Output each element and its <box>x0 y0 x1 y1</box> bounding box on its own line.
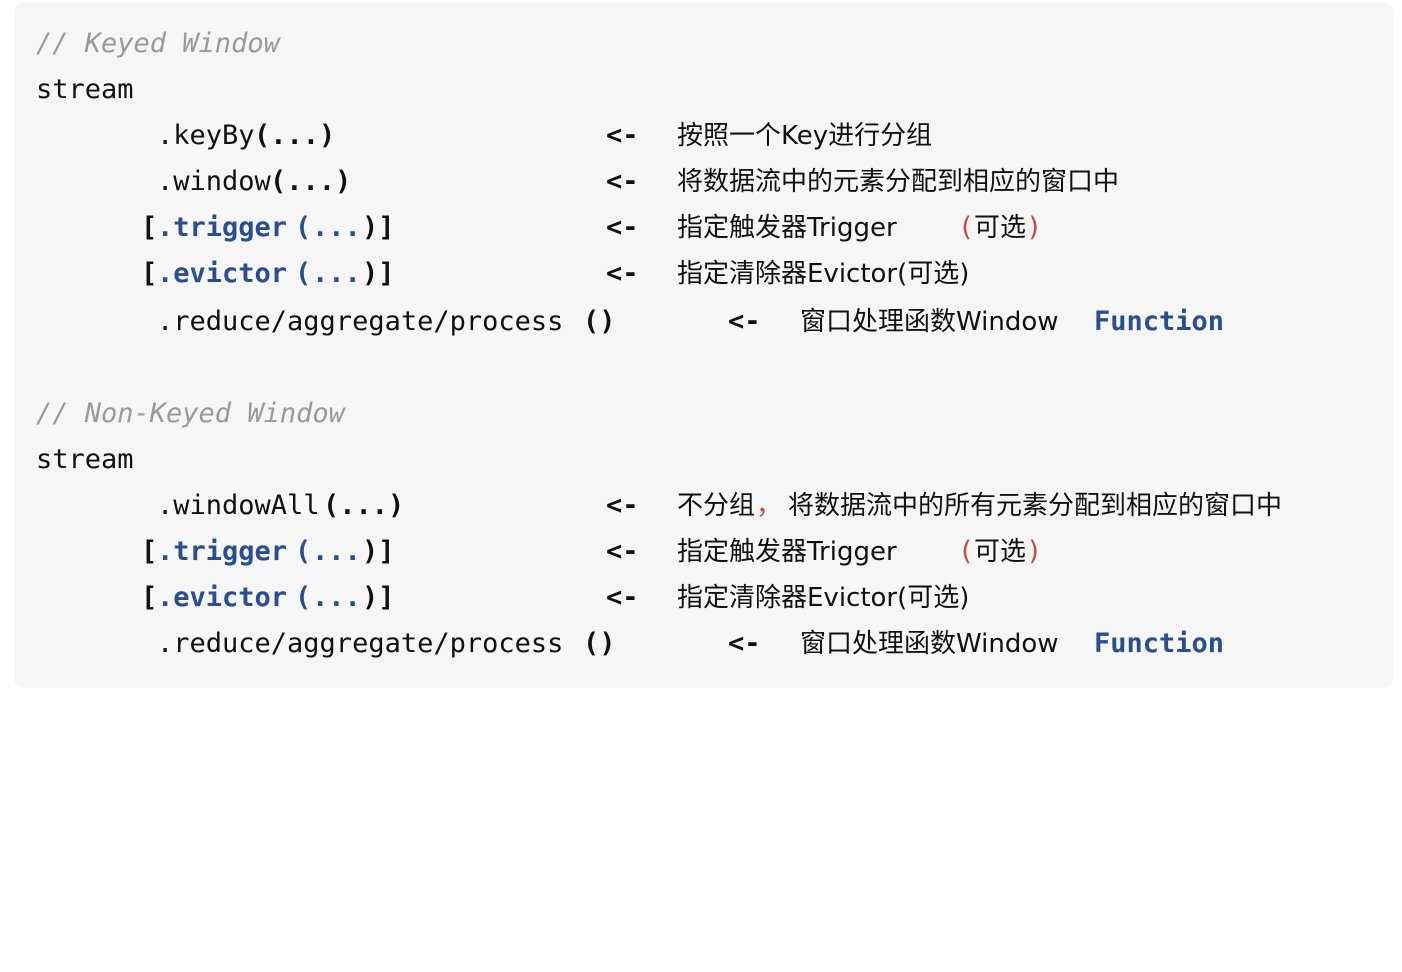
reduce-arrow: <- <box>728 628 761 659</box>
trigger-arrow: <- <box>606 536 639 567</box>
reduce-function-keyword: Function <box>1094 628 1225 659</box>
keyby-description: 按照一个Key进行分组 <box>677 121 933 151</box>
evictor-description: 指定清除器Evictor(可选) <box>677 583 970 613</box>
keyby-arrow: <- <box>606 120 639 151</box>
windowall-comma: ， <box>756 491 783 521</box>
reduce-description: 窗口处理函数Window <box>800 307 1067 337</box>
reduce-method: .reduce/aggregate/process <box>157 628 564 659</box>
windowall-description-b: 将数据流中的所有元素分配到相应的窗口中 <box>788 491 1283 521</box>
reduce-description: 窗口处理函数Window <box>800 629 1067 659</box>
reduce-parens: () <box>583 306 616 337</box>
stream-keyword: stream <box>36 444 134 475</box>
trigger-paren-right: ) <box>1026 536 1043 567</box>
nonkeyed-window-comment: // Non-Keyed Window <box>36 398 345 429</box>
evictor-bracket-open: [ <box>141 258 158 289</box>
trigger-paren-right: ) <box>1026 212 1043 243</box>
windowall-line: .windowAll (...) <- 不分组 ， 将数据流中的所有元素分配到相… <box>36 486 1282 526</box>
nonkeyed-stream-line: stream <box>36 440 134 480</box>
nonkeyed-trigger-line: [ .trigger ( ... )] <- 指定触发器Trigger ( 可选… <box>36 532 1042 572</box>
trigger-arrow: <- <box>606 212 639 243</box>
window-args: (...) <box>270 166 352 197</box>
keyed-window-comment: // Keyed Window <box>36 28 280 59</box>
windowall-arrow: <- <box>606 490 639 521</box>
trigger-dots: ... <box>312 212 361 243</box>
trigger-paren-open: ( <box>295 212 312 243</box>
trigger-paren-left: ( <box>958 536 975 567</box>
trigger-dots: ... <box>312 536 361 567</box>
windowall-method: .windowAll <box>157 490 320 521</box>
evictor-dots: ... <box>312 582 361 613</box>
windowall-description-a: 不分组 <box>677 491 756 521</box>
keyby-line: .keyBy (...) <- 按照一个Key进行分组 <box>36 116 932 156</box>
nonkeyed-evictor-line: [ .evictor ( ... )] <- 指定清除器Evictor(可选) <box>36 578 969 618</box>
trigger-paren-open: ( <box>295 536 312 567</box>
evictor-line: [ .evictor ( ... )] <- 指定清除器Evictor(可选) <box>36 254 969 294</box>
windowall-args: (...) <box>323 490 405 521</box>
evictor-dots: ... <box>312 258 361 289</box>
trigger-paren-left: ( <box>958 212 975 243</box>
evictor-bracket-close: )] <box>362 582 395 613</box>
trigger-method: .trigger <box>157 212 288 243</box>
trigger-description: 指定触发器Trigger <box>677 537 905 567</box>
trigger-line: [ .trigger ( ... )] <- 指定触发器Trigger ( 可选… <box>36 208 1042 248</box>
reduce-parens: () <box>583 628 616 659</box>
trigger-optional: 可选 <box>974 213 1027 243</box>
trigger-bracket-open: [ <box>141 536 158 567</box>
reduce-function-keyword: Function <box>1094 306 1225 337</box>
trigger-optional: 可选 <box>974 537 1027 567</box>
keyby-method: .keyBy <box>157 120 255 151</box>
window-method: .window <box>157 166 271 197</box>
evictor-paren-open: ( <box>295 258 312 289</box>
evictor-arrow: <- <box>606 582 639 613</box>
evictor-method: .evictor <box>157 258 288 289</box>
reduce-method: .reduce/aggregate/process <box>157 306 564 337</box>
trigger-bracket-open: [ <box>141 212 158 243</box>
evictor-arrow: <- <box>606 258 639 289</box>
evictor-paren-open: ( <box>295 582 312 613</box>
nonkeyed-reduce-line: .reduce/aggregate/process () <- 窗口处理函数Wi… <box>36 624 1224 664</box>
trigger-bracket-close: )] <box>362 212 395 243</box>
keyby-args: (...) <box>254 120 336 151</box>
trigger-description: 指定触发器Trigger <box>677 213 905 243</box>
trigger-method: .trigger <box>157 536 288 567</box>
reduce-line: .reduce/aggregate/process () <- 窗口处理函数Wi… <box>36 302 1224 342</box>
stream-keyword: stream <box>36 74 134 105</box>
reduce-arrow: <- <box>728 306 761 337</box>
evictor-bracket-open: [ <box>141 582 158 613</box>
keyed-stream-line: stream <box>36 70 134 110</box>
evictor-bracket-close: )] <box>362 258 395 289</box>
evictor-description: 指定清除器Evictor(可选) <box>677 259 970 289</box>
evictor-method: .evictor <box>157 582 288 613</box>
trigger-bracket-close: )] <box>362 536 395 567</box>
window-line: .window (...) <- 将数据流中的元素分配到相应的窗口中 <box>36 162 1119 202</box>
window-description: 将数据流中的元素分配到相应的窗口中 <box>677 167 1120 197</box>
window-arrow: <- <box>606 166 639 197</box>
